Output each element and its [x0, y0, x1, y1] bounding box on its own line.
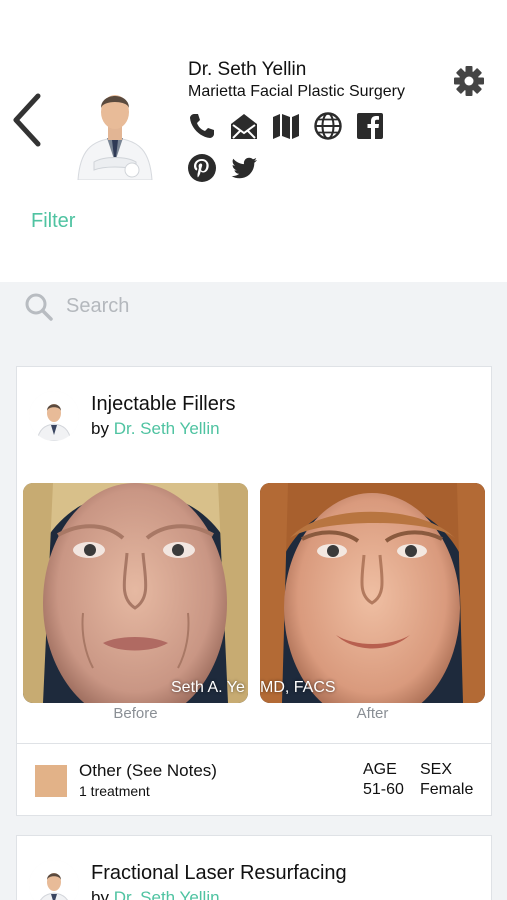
case-byline: by Dr. Seth Yellin	[91, 419, 220, 439]
phone-icon	[190, 114, 214, 138]
facebook-button[interactable]	[354, 110, 386, 142]
website-button[interactable]	[312, 110, 344, 142]
author-link[interactable]: Dr. Seth Yellin	[114, 419, 220, 438]
search-input[interactable]	[66, 290, 486, 322]
search-icon	[25, 293, 53, 321]
age-value: 51-60	[363, 781, 404, 798]
before-photo[interactable]: Seth A. Ye	[23, 483, 248, 703]
card-divider	[17, 743, 491, 744]
back-button[interactable]	[10, 92, 46, 148]
age-label: AGE	[363, 761, 397, 778]
practice-name: Marietta Facial Plastic Surgery	[188, 83, 405, 100]
treatment-count: 1 treatment	[79, 783, 150, 799]
case-title: Injectable Fillers	[91, 393, 236, 415]
treatment-color-swatch	[35, 765, 67, 797]
chevron-left-icon	[13, 93, 41, 147]
gear-icon	[454, 66, 484, 96]
byline-prefix: by	[91, 419, 109, 438]
facebook-icon	[357, 113, 383, 139]
map-icon	[273, 114, 299, 139]
mail-icon	[231, 114, 257, 139]
email-button[interactable]	[228, 110, 260, 142]
map-button[interactable]	[270, 110, 302, 142]
author-avatar	[29, 391, 79, 441]
before-watermark: Seth A. Ye	[171, 679, 245, 696]
after-photo[interactable]: MD, FACS	[260, 483, 485, 703]
case-title: Fractional Laser Resurfacing	[91, 862, 347, 884]
sex-value: Female	[420, 781, 474, 798]
contact-icons	[186, 110, 386, 142]
sex-label: SEX	[420, 761, 453, 778]
social-icons	[186, 152, 260, 184]
search-bar	[0, 282, 507, 330]
twitter-button[interactable]	[228, 152, 260, 184]
doctor-avatar	[74, 70, 156, 181]
author-link[interactable]: Dr. Seth Yellin	[114, 888, 220, 900]
after-watermark: MD, FACS	[260, 679, 336, 696]
twitter-icon	[231, 157, 257, 179]
globe-icon	[314, 112, 342, 140]
byline-prefix: by	[91, 888, 109, 900]
author-avatar	[29, 860, 79, 900]
after-label: After	[356, 705, 389, 722]
treatment-name: Other (See Notes)	[79, 761, 217, 780]
case-feed[interactable]: Injectable Fillers by Dr. Seth Yellin Se…	[0, 330, 507, 900]
filter-button[interactable]: Filter	[31, 210, 75, 233]
settings-button[interactable]	[452, 64, 486, 98]
doctor-name: Dr. Seth Yellin	[188, 59, 307, 80]
pinterest-icon	[188, 154, 216, 182]
phone-button[interactable]	[186, 110, 218, 142]
case-byline: by Dr. Seth Yellin	[91, 888, 220, 900]
case-card[interactable]: Fractional Laser Resurfacing by Dr. Seth…	[16, 835, 492, 900]
before-label: Before	[113, 705, 158, 722]
case-card[interactable]: Injectable Fillers by Dr. Seth Yellin Se…	[16, 366, 492, 816]
pinterest-button[interactable]	[186, 152, 218, 184]
